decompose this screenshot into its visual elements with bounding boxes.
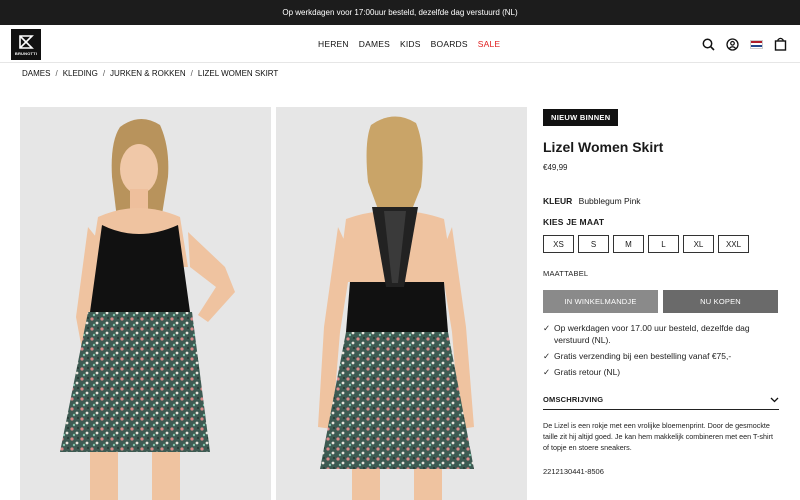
product-info: NIEUW BINNEN Lizel Women Skirt €49,99 KL… [543, 107, 779, 476]
product-price: €49,99 [543, 163, 568, 172]
usp-list: ✓ Op werkdagen voor 17.00 uur besteld, d… [543, 322, 779, 378]
breadcrumb-item-jurken-rokken[interactable]: JURKEN & ROKKEN [110, 69, 186, 78]
add-to-cart-button[interactable]: IN WINKELMANDJE [543, 290, 658, 313]
breadcrumb-current: LIZEL WOMEN SKIRT [197, 69, 279, 78]
check-icon: ✓ [543, 367, 551, 377]
usp-item: ✓ Op werkdagen voor 17.00 uur besteld, d… [543, 322, 779, 346]
new-badge: NIEUW BINNEN [543, 109, 619, 126]
breadcrumb-separator: / [102, 69, 106, 78]
nav-item-heren[interactable]: HEREN [318, 39, 349, 49]
size-option-xxl[interactable]: XXL [718, 235, 749, 253]
nav-item-kids[interactable]: KIDS [400, 39, 421, 49]
logo-text: BRUNOTTI [14, 50, 38, 56]
usp-text: Gratis verzending bij een bestelling van… [554, 351, 732, 361]
size-chart-link[interactable]: MAATTABEL [543, 269, 779, 278]
announcement-text: Op werkdagen voor 17:00uur besteld, deze… [282, 8, 518, 17]
check-icon: ✓ [543, 351, 551, 361]
product-photo-front [20, 107, 271, 500]
header-icons [692, 25, 788, 63]
size-option-m[interactable]: M [613, 235, 644, 253]
size-heading: KIES JE MAAT [543, 217, 605, 227]
size-option-l[interactable]: L [648, 235, 679, 253]
chevron-down-icon [770, 397, 779, 402]
usp-text: Op werkdagen voor 17.00 uur besteld, dez… [554, 323, 750, 345]
usp-item: ✓ Gratis verzending bij een bestelling v… [543, 350, 779, 362]
brand-logo[interactable]: BRUNOTTI [11, 29, 41, 60]
product-image-back[interactable] [276, 107, 527, 500]
usp-text: Gratis retour (NL) [554, 367, 621, 377]
product-sku: 2212130441-8506 [543, 467, 604, 476]
usp-item: ✓ Gratis retour (NL) [543, 366, 779, 378]
color-value: Bubblegum Pink [578, 196, 641, 206]
description-toggle[interactable]: OMSCHRIJVING [543, 395, 779, 410]
nav-item-sale[interactable]: SALE [478, 39, 501, 49]
purchase-buttons: IN WINKELMANDJE NU KOPEN [543, 290, 779, 313]
breadcrumb: DAMES / KLEDING / JURKEN & ROKKEN / LIZE… [22, 69, 278, 78]
product-title: Lizel Women Skirt [543, 139, 664, 155]
size-option-xs[interactable]: XS [543, 235, 574, 253]
size-option-xl[interactable]: XL [683, 235, 714, 253]
cart-icon[interactable] [772, 36, 788, 52]
description-text: De Lizel is een rokje met een vrolijke b… [543, 421, 773, 452]
color-row: KLEUR Bubblegum Pink [543, 196, 779, 206]
check-icon: ✓ [543, 323, 551, 333]
search-icon[interactable] [700, 36, 716, 52]
account-icon[interactable] [724, 36, 740, 52]
product-photo-back [276, 107, 527, 500]
main-nav: HEREN DAMES KIDS BOARDS SALE [318, 25, 500, 63]
size-selector: XS S M L XL XXL [543, 235, 779, 253]
site-header: BRUNOTTI HEREN DAMES KIDS BOARDS SALE [0, 25, 800, 63]
color-label: KLEUR [543, 196, 573, 206]
logo-mark-icon [19, 34, 34, 49]
nav-item-dames[interactable]: DAMES [359, 39, 390, 49]
size-option-s[interactable]: S [578, 235, 609, 253]
flag-nl-icon[interactable] [748, 36, 764, 52]
breadcrumb-item-kleding[interactable]: KLEDING [63, 69, 98, 78]
nav-item-boards[interactable]: BOARDS [431, 39, 468, 49]
buy-now-button[interactable]: NU KOPEN [663, 290, 778, 313]
breadcrumb-separator: / [55, 69, 58, 78]
breadcrumb-item-dames[interactable]: DAMES [22, 69, 50, 78]
announcement-bar: Op werkdagen voor 17:00uur besteld, deze… [0, 0, 800, 25]
breadcrumb-separator: / [190, 69, 193, 78]
product-image-front[interactable] [20, 107, 271, 500]
description-heading: OMSCHRIJVING [543, 395, 604, 404]
